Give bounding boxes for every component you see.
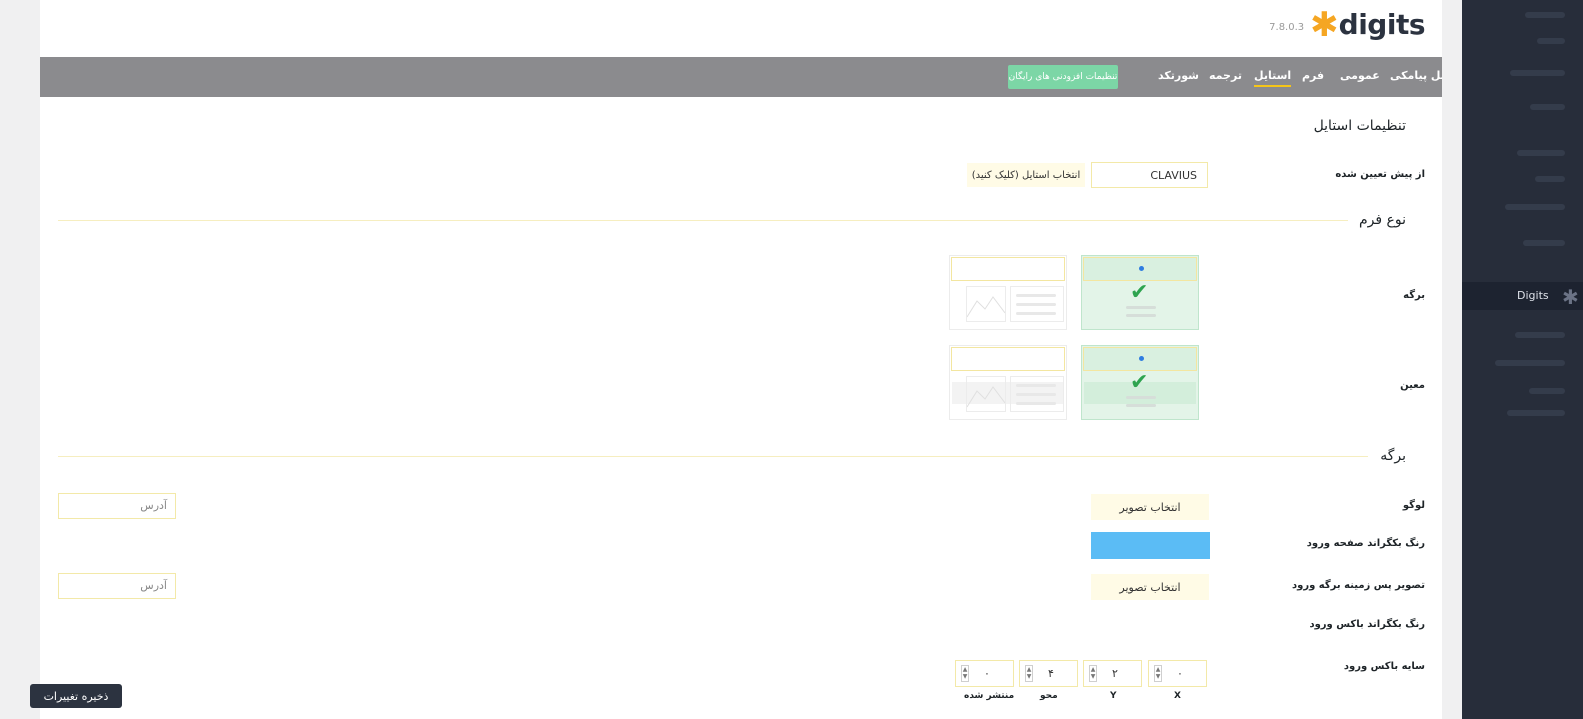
- spinner-arrows-icon[interactable]: ▲ ▼: [961, 665, 969, 682]
- left-gutter: [0, 0, 40, 719]
- settings-tabs: پنل پیامکی عمومی فرم استایل ترجمه شورتکد…: [40, 57, 1442, 97]
- free-addons-button[interactable]: تنظیمات افزودنی های رایگان: [1008, 65, 1118, 89]
- login-box-bg-color-label: رنگ بکگراند باکس ورود: [1309, 619, 1425, 630]
- radio-dot-icon: [1139, 266, 1144, 271]
- form-type-modal-label: معین: [1400, 380, 1425, 391]
- page-form-option[interactable]: [949, 255, 1067, 330]
- page-form-option-selected[interactable]: ✔: [1081, 255, 1199, 330]
- settings-page: 7.8.0.3 ✱ digits پنل پیامکی عمومی فرم اس…: [40, 0, 1442, 719]
- style-settings-title: تنظیمات استایل: [1313, 118, 1406, 134]
- modal-form-option-selected[interactable]: ✔: [1081, 345, 1199, 420]
- shadow-y-input[interactable]: ▲ ▼ ۲: [1083, 660, 1142, 687]
- spinner-arrows-icon[interactable]: ▲ ▼: [1154, 665, 1162, 682]
- tab-style[interactable]: استایل: [1254, 69, 1292, 87]
- brand-logo: 7.8.0.3 ✱ digits: [1269, 5, 1426, 45]
- divider: [58, 456, 1368, 457]
- login-bg-color-label: رنگ بکگراند صفحه ورود: [1306, 538, 1425, 549]
- digits-asterisk-icon: ✱: [1562, 285, 1579, 309]
- brand-name: digits: [1338, 8, 1426, 41]
- checkmark-icon: ✔: [1130, 280, 1149, 305]
- radio-dot-icon: [1139, 356, 1144, 361]
- preset-style-field[interactable]: CLAVIUS: [1091, 162, 1208, 188]
- bg-image-address-input[interactable]: آدرس: [58, 573, 176, 599]
- logo-label: لوگو: [1402, 500, 1425, 511]
- shadow-spread-input[interactable]: ▲ ▼ ۰: [955, 660, 1014, 687]
- digits-asterisk-icon: ✱: [1310, 5, 1339, 45]
- form-type-page-label: برگه: [1403, 290, 1425, 301]
- login-bg-image-label: تصویر پس زمینه برگه ورود: [1291, 580, 1425, 591]
- login-box-shadow-label: سایه باکس ورود: [1343, 661, 1425, 672]
- shadow-x-input[interactable]: ▲ ▼ ۰: [1148, 660, 1207, 687]
- choose-style-hint[interactable]: انتخاب استایل (کلیک کنید): [967, 163, 1085, 187]
- active-pointer-icon: [1456, 290, 1462, 302]
- shadow-blur-input[interactable]: ▲ ▼ ۴: [1019, 660, 1078, 687]
- image-placeholder-icon: [966, 376, 1006, 412]
- sidebar-item-digits[interactable]: Digits ✱: [1456, 282, 1583, 310]
- shadow-x-label: X: [1174, 691, 1181, 701]
- modal-form-option[interactable]: [949, 345, 1067, 420]
- bg-image-choose-button[interactable]: انتخاب تصویر: [1091, 574, 1209, 600]
- shadow-y-label: Y: [1110, 691, 1117, 701]
- version-label: 7.8.0.3: [1269, 21, 1305, 33]
- login-bg-color-swatch[interactable]: [1091, 532, 1210, 559]
- tab-shortcode[interactable]: شورتکد: [1158, 69, 1199, 82]
- save-changes-button[interactable]: ذخیره تغییرات: [30, 684, 122, 708]
- tab-form[interactable]: فرم: [1302, 69, 1324, 82]
- spinner-arrows-icon[interactable]: ▲ ▼: [1089, 665, 1097, 682]
- image-placeholder-icon: [966, 286, 1006, 322]
- spinner-arrows-icon[interactable]: ▲ ▼: [1025, 665, 1033, 682]
- divider: [58, 220, 1348, 221]
- logo-address-input[interactable]: آدرس: [58, 493, 176, 519]
- tab-translation[interactable]: ترجمه: [1209, 69, 1242, 82]
- sidebar-item-label: Digits: [1517, 289, 1549, 302]
- checkmark-icon: ✔: [1130, 370, 1149, 395]
- page-section-title: برگه: [1374, 448, 1406, 464]
- admin-sidebar: Digits ✱: [1456, 0, 1583, 719]
- shadow-blur-label: محو: [1040, 691, 1058, 701]
- preset-label: از پیش تعیین شده: [1335, 169, 1425, 180]
- tab-general[interactable]: عمومی: [1340, 69, 1380, 82]
- shadow-spread-label: منتشر شده: [964, 691, 1015, 701]
- logo-choose-image-button[interactable]: انتخاب تصویر: [1091, 494, 1209, 520]
- tab-sms-panel[interactable]: پنل پیامکی: [1390, 69, 1442, 82]
- form-type-title: نوع فرم: [1352, 212, 1406, 228]
